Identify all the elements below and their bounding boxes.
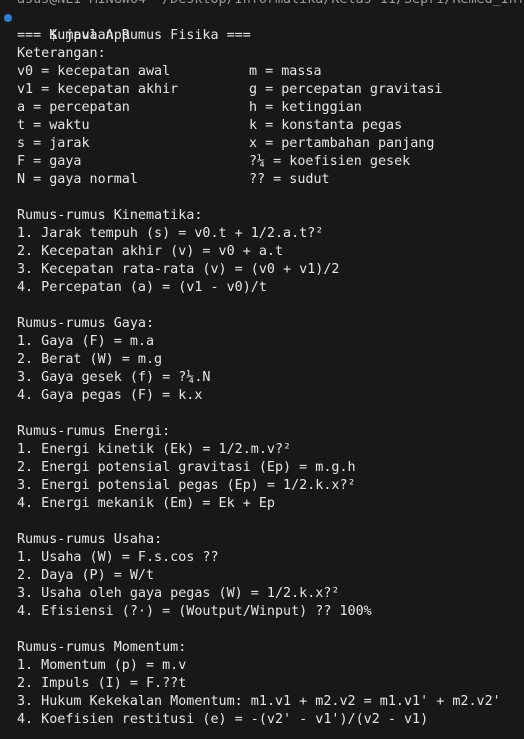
- legend-heading: Keterangan:: [17, 46, 106, 61]
- formula-line: 1. Jarak tempuh (s) = v0.t + 1/2.a.t?²: [17, 226, 324, 241]
- formula-line: 4. Energi mekanik (Em) = Ek + Ep: [17, 496, 275, 511]
- formula-line: 4. Efisiensi (?·) = (Woutput/Winput) ?? …: [17, 604, 372, 619]
- formula-line: 1. Energi kinetik (Ek) = 1/2.m.v?²: [17, 442, 292, 457]
- formula-line: 3. Hukum Kekekalan Momentum: m1.v1 + m2.…: [17, 694, 501, 709]
- legend-right: ?¼ = koefisien gesek: [249, 154, 411, 169]
- legend-row: N = gaya normal ?? = sudut: [0, 171, 524, 189]
- formula-line: 2. Kecepatan akhir (v) = v0 + a.t: [17, 244, 284, 259]
- command-status-icon: [4, 14, 12, 22]
- section-heading: Rumus-rumus Kinematika:: [17, 208, 203, 223]
- legend-right: k = konstanta pegas: [249, 118, 403, 133]
- formula-line: 2. Impuls (I) = F.??t: [17, 676, 187, 691]
- legend-row: v1 = kecepatan akhir g = percepatan gravi…: [0, 81, 524, 99]
- legend-left: a = percepatan: [17, 100, 130, 115]
- legend-row: s = jarak x = pertambahan panjang: [0, 135, 524, 153]
- legend-row: v0 = kecepatan awal m = massa: [0, 63, 524, 81]
- formula-line: 3. Usaha oleh gaya pegas (W) = 1/2.k.x?²: [17, 586, 340, 601]
- legend-row: a = percepatan h = ketinggian: [0, 99, 524, 117]
- legend-right: h = ketinggian: [249, 100, 362, 115]
- path-line: asus@NEI MINGW64 ~/Desktop/Informatika/K…: [0, 0, 524, 9]
- legend-left: N = gaya normal: [17, 172, 138, 187]
- legend-right: ?? = sudut: [249, 172, 330, 187]
- terminal-output[interactable]: asus@NEI MINGW64 ~/Desktop/Informatika/K…: [0, 0, 524, 739]
- legend-left: F = gaya: [17, 154, 82, 169]
- legend-right: x = pertambahan panjang: [249, 136, 435, 151]
- formula-line: 1. Gaya (F) = m.a: [17, 334, 155, 349]
- legend-left: v0 = kecepatan awal: [17, 64, 171, 79]
- formula-line: 4. Koefisien restitusi (e) = -(v2' - v1'…: [17, 712, 429, 727]
- formula-line: 1. Momentum (p) = m.v: [17, 658, 187, 673]
- command-line: $ java App: [0, 9, 524, 43]
- program-title: === Kumpulan Rumus Fisika ===: [17, 28, 251, 43]
- formula-line: 3. Kecepatan rata-rata (v) = (v0 + v1)/2: [17, 262, 340, 277]
- formula-line: 2. Berat (W) = m.g: [17, 352, 163, 367]
- section-heading: Rumus-rumus Usaha:: [17, 532, 163, 547]
- legend-row: t = waktu k = konstanta pegas: [0, 117, 524, 135]
- formula-line: 4. Percepatan (a) = (v1 - v0)/t: [17, 280, 267, 295]
- legend-row: F = gaya ?¼ = koefisien gesek: [0, 153, 524, 171]
- section-heading: Rumus-rumus Energi:: [17, 424, 171, 439]
- formula-line: 2. Daya (P) = W/t: [17, 568, 155, 583]
- formula-line: 3. Gaya gesek (f) = ?¼.N: [17, 370, 211, 385]
- legend-right: g = percepatan gravitasi: [249, 82, 443, 97]
- section-heading: Rumus-rumus Momentum:: [17, 640, 187, 655]
- formula-line: 2. Energi potensial gravitasi (Ep) = m.g…: [17, 460, 356, 475]
- legend-left: t = waktu: [17, 118, 90, 133]
- legend-left: s = jarak: [17, 136, 90, 151]
- formula-line: 1. Usaha (W) = F.s.cos ??: [17, 550, 219, 565]
- legend-right: m = massa: [249, 64, 322, 79]
- legend-left: v1 = kecepatan akhir: [17, 82, 179, 97]
- formula-line: 3. Energi potensial pegas (Ep) = 1/2.k.x…: [17, 478, 356, 493]
- section-heading: Rumus-rumus Gaya:: [17, 316, 155, 331]
- formula-line: 4. Gaya pegas (F) = k.x: [17, 388, 203, 403]
